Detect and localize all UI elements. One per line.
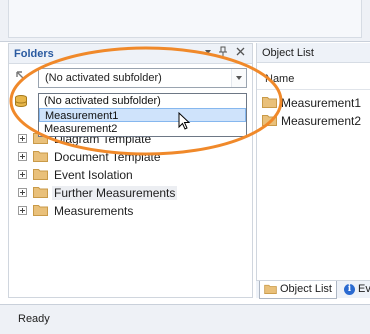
pin-icon[interactable] — [216, 46, 230, 61]
folder-icon — [33, 187, 48, 198]
folders-panel-header: Folders — [9, 44, 252, 64]
bottom-tab-strip: Object List i Ev — [256, 280, 370, 299]
info-icon: i — [344, 284, 355, 295]
list-item[interactable]: Measurement1 — [257, 93, 370, 111]
object-list-panel: Object List Name Measurement1 Measuremen… — [256, 43, 370, 298]
subfolder-dropdown: (No activated subfolder) Measurement1 Me… — [38, 93, 247, 137]
folder-icon — [33, 151, 48, 162]
top-toolbar-area — [0, 0, 370, 42]
folder-icon — [33, 169, 48, 180]
object-list-title: Object List — [262, 47, 314, 59]
tree-item[interactable]: Event Isolation — [9, 165, 252, 183]
tree-item-label: Document Template — [54, 150, 161, 164]
dropdown-option[interactable]: (No activated subfolder) — [39, 94, 246, 108]
tree-item[interactable]: Measurements — [9, 201, 252, 219]
tree-item-label: Further Measurements — [52, 186, 178, 200]
dropdown-option-highlighted[interactable]: Measurement1 — [39, 108, 246, 122]
chevron-down-icon[interactable] — [231, 69, 246, 87]
dropdown-option[interactable]: Measurement2 — [39, 122, 246, 136]
list-item-label: Measurement2 — [281, 114, 362, 128]
list-item-label: Measurement1 — [281, 96, 362, 110]
tree-item-label: Measurements — [54, 204, 134, 218]
expand-icon[interactable] — [18, 152, 27, 161]
folders-panel-title: Folders — [14, 48, 54, 60]
tree-item-selected[interactable]: Further Measurements — [9, 183, 252, 201]
list-item[interactable]: Measurement2 — [257, 111, 370, 129]
column-header-name[interactable]: Name — [257, 69, 370, 90]
folders-panel: Folders (No activated subfolder) (No act… — [8, 43, 253, 298]
folder-icon — [262, 115, 277, 126]
panel-menu-icon[interactable] — [201, 46, 215, 61]
tree-item-label: Event Isolation — [54, 168, 133, 182]
back-arrow-icon[interactable] — [14, 68, 28, 82]
folder-icon — [33, 205, 48, 216]
expand-icon[interactable] — [18, 134, 27, 143]
status-text: Ready — [18, 313, 50, 325]
folder-icon — [262, 97, 277, 108]
expand-icon[interactable] — [18, 206, 27, 215]
object-list-header: Object List — [257, 43, 370, 63]
database-icon[interactable] — [14, 94, 28, 108]
expand-icon[interactable] — [18, 170, 27, 179]
tab-object-list[interactable]: Object List — [259, 281, 337, 299]
top-panel-frame — [8, 0, 362, 38]
folder-icon — [264, 284, 277, 294]
tab-label: Object List — [280, 283, 332, 295]
column-header-label: Name — [265, 73, 295, 85]
subfolder-combo-value: (No activated subfolder) — [45, 72, 162, 84]
tab-label: Ev — [358, 283, 370, 295]
subfolder-combo[interactable]: (No activated subfolder) — [38, 68, 247, 88]
expand-icon[interactable] — [18, 188, 27, 197]
close-icon[interactable] — [233, 46, 247, 61]
tab-events[interactable]: i Ev — [342, 281, 370, 299]
tree-item[interactable]: Document Template — [9, 147, 252, 165]
status-bar: Ready — [0, 304, 370, 334]
